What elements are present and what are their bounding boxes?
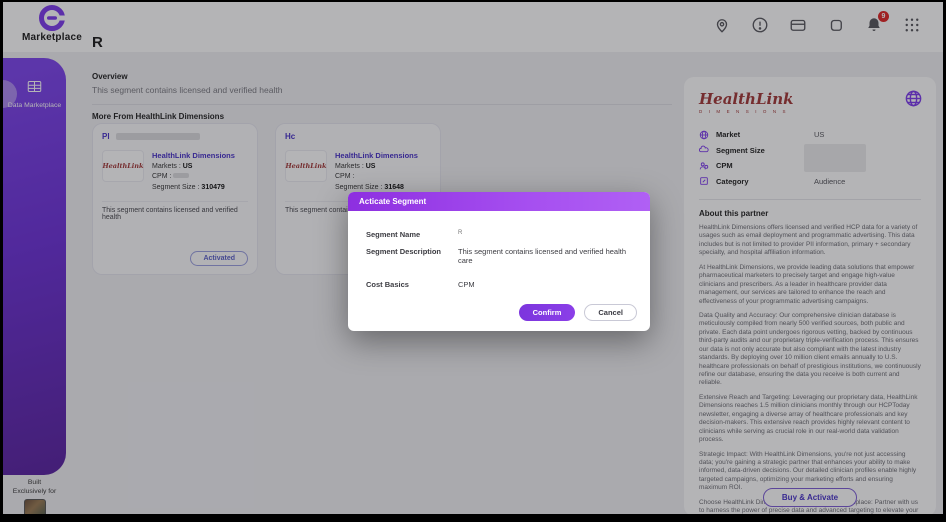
segment-description-label: Segment Description (366, 247, 442, 256)
modal-title: Acticate Segment (348, 192, 650, 211)
cancel-button[interactable]: Cancel (584, 304, 637, 321)
app-window: Marketplace 9 Data Marketplace Built Exc… (3, 2, 943, 514)
segment-name-label: Segment Name (366, 230, 421, 239)
segment-name-value: R (458, 230, 463, 236)
activate-segment-modal: Acticate Segment Segment Name R Segment … (348, 192, 650, 331)
cost-basics-label: Cost Basics (366, 280, 409, 289)
cost-basics-value: CPM (458, 280, 475, 289)
segment-description-value: This segment contains licensed and verif… (458, 247, 627, 265)
screenshot-frame: Marketplace 9 Data Marketplace Built Exc… (0, 0, 946, 522)
confirm-button[interactable]: Confirm (518, 304, 576, 321)
